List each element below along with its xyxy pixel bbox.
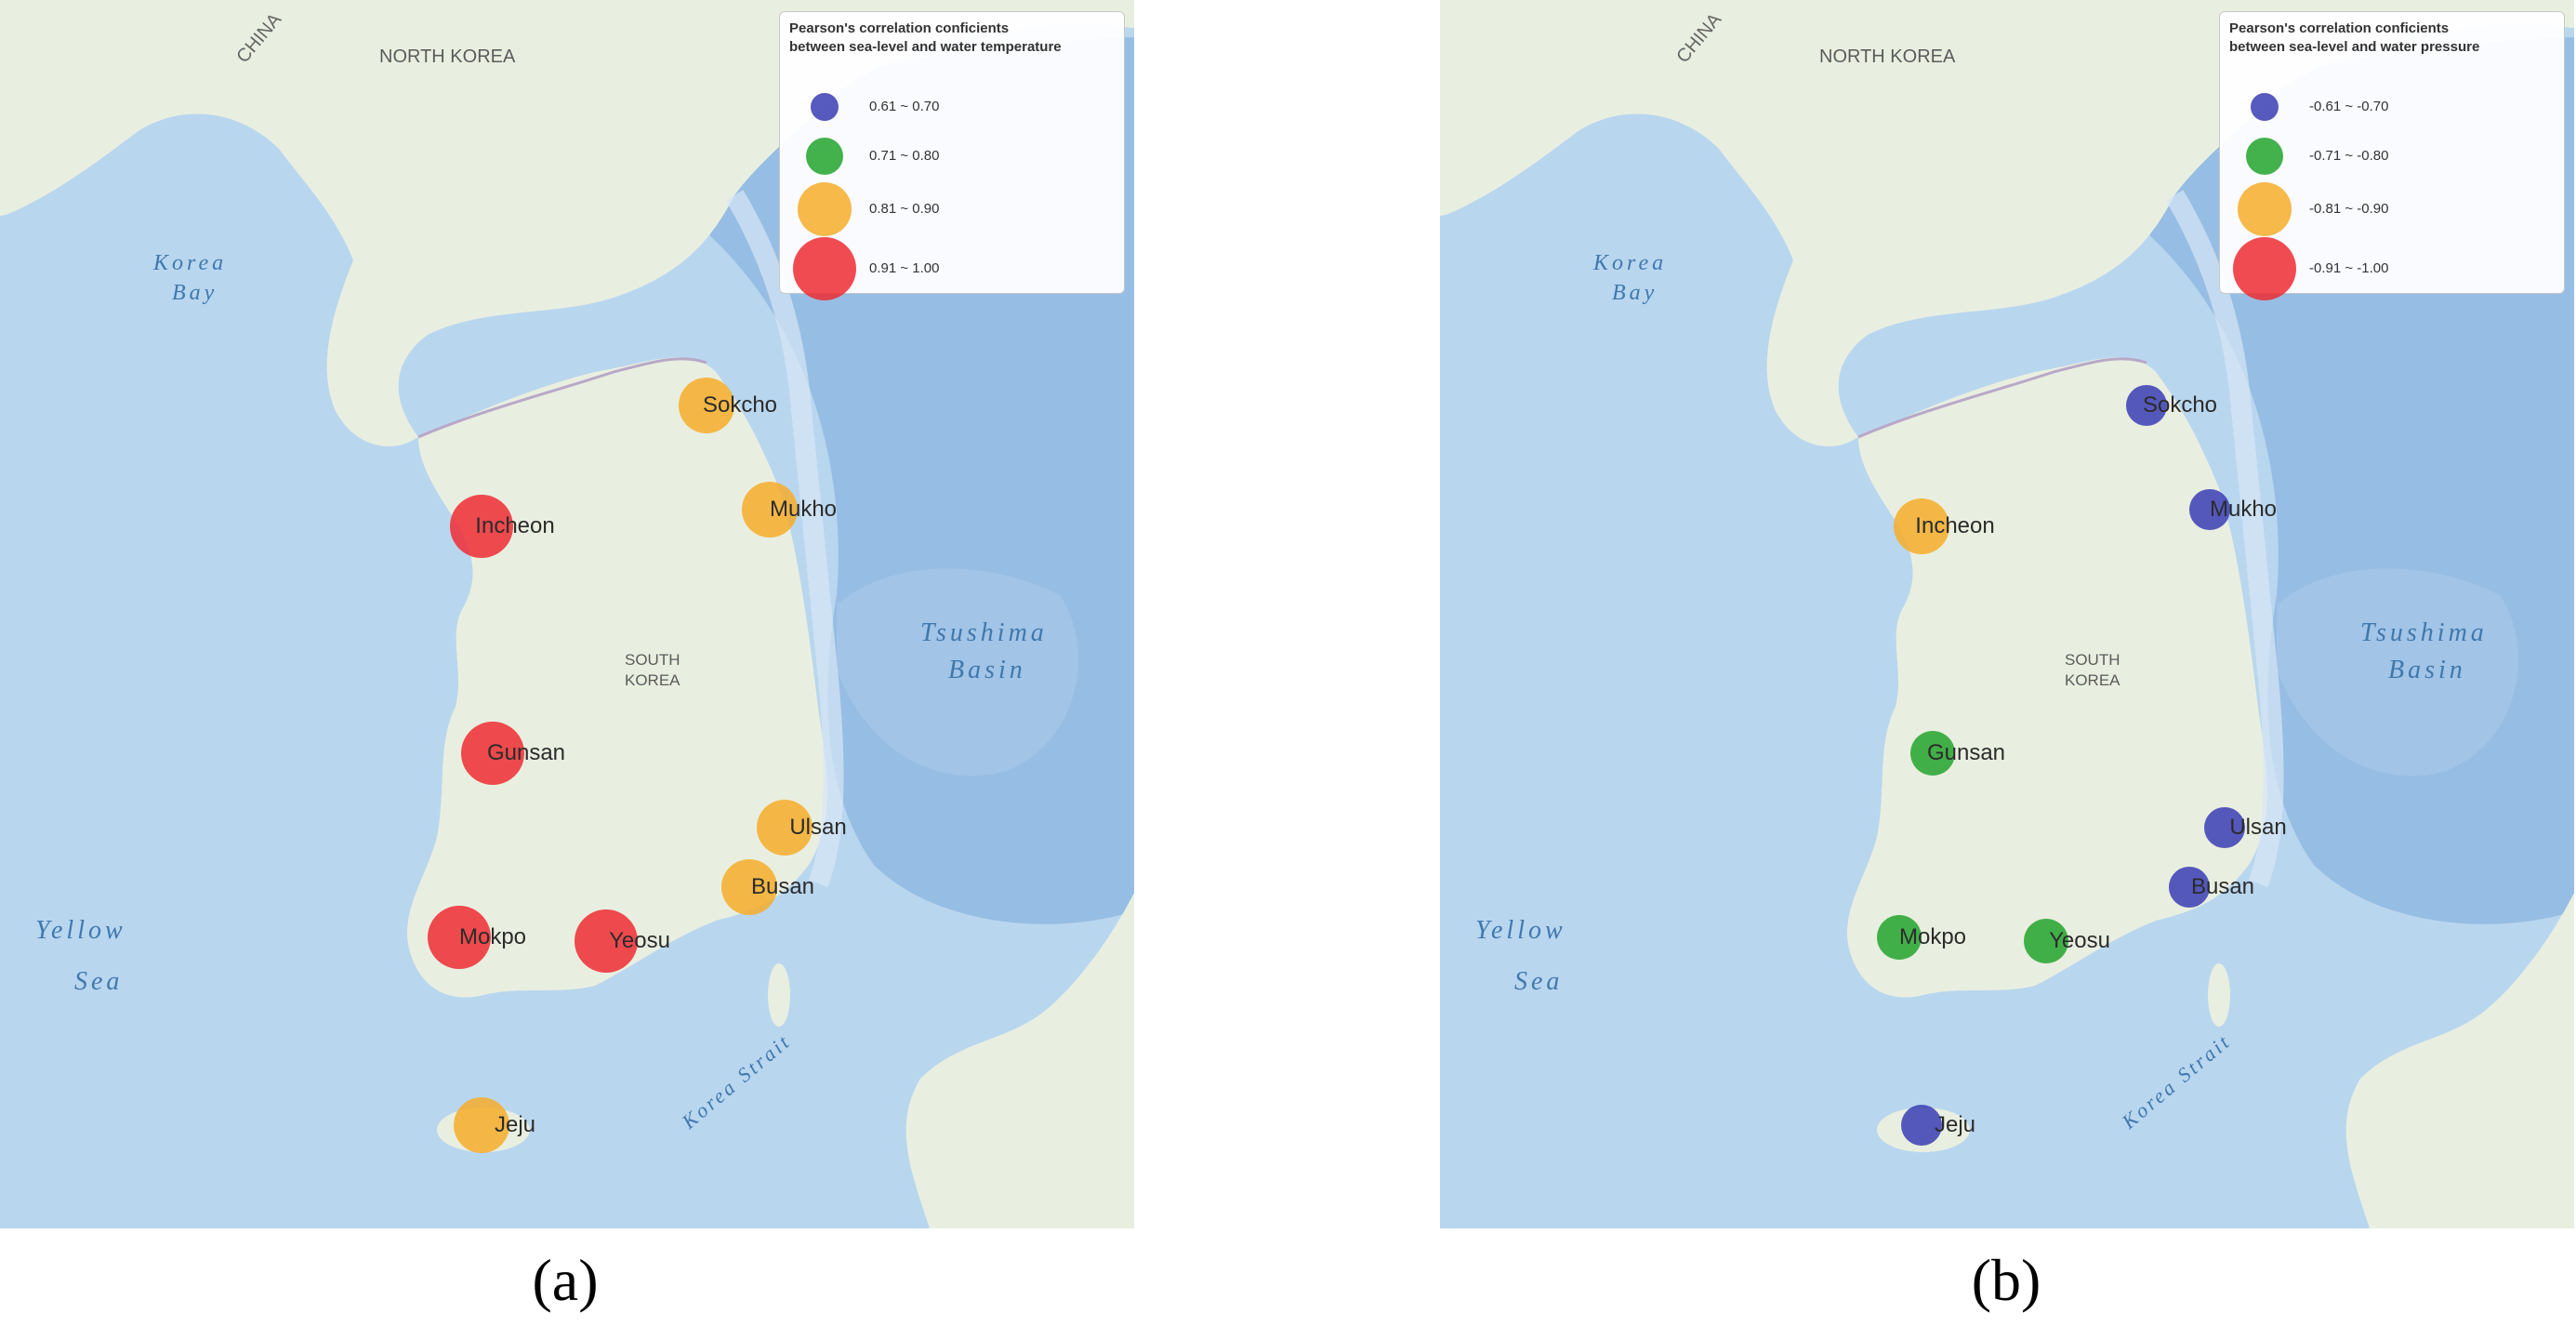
legend-swatch-orange [2238,182,2292,236]
map-label-yellow-sea-2: Sea [74,967,124,996]
map-label-tsushima-2: Basin [948,656,1026,684]
map-label-korea: KOREA [625,671,680,689]
legend-swatch-blue [811,93,839,121]
map-label-korea-bay-2: Bay [172,281,218,305]
station-label-incheon: Incheon [1915,513,1995,538]
map-panel-a: CHINA NORTH KOREA SOUTH KOREA Korea Bay Yellow… [0,0,1134,1228]
legend-label: 0.91 ~ 1.00 [869,260,940,276]
legend-box: Pearson's correlation conficients between… [779,11,1125,300]
station-label-ulsan: Ulsan [2229,815,2287,840]
legend-swatch-green [2246,138,2283,175]
map-label-north-korea: NORTH KOREA [1819,46,1956,67]
station-label-incheon: Incheon [475,513,555,538]
map-label-north-korea: NORTH KOREA [379,46,516,67]
legend-label: -0.91 ~ -1.00 [2309,260,2389,276]
legend-row: -0.61 ~ -0.70 [2220,79,2564,135]
legend-title-line1: Pearson's correlation conficients [2229,20,2450,36]
legend-row: -0.91 ~ -1.00 [2220,237,2564,300]
legend-title-line2: between sea-level and water temperature [789,39,1062,55]
station-label-mokpo: Mokpo [458,924,527,949]
station-label-sokcho: Sokcho [2142,392,2218,418]
map-label-korea-bay-2: Bay [1612,281,1658,305]
station-label-jeju: Jeju [1934,1112,1976,1137]
station-label-mokpo: Mokpo [1898,924,1967,949]
legend-label: -0.71 ~ -0.80 [2309,148,2389,164]
legend-label: 0.71 ~ 0.80 [869,148,940,164]
station-label-gunsan: Gunsan [486,740,566,765]
map-label-south: SOUTH [2065,651,2120,669]
map-label-korea-bay-1: Korea [1593,251,1668,275]
legend-swatch-orange [798,182,852,236]
legend-row: 0.81 ~ 0.90 [780,181,1124,237]
map-label-tsushima-1: Tsushima [920,618,1048,647]
map-label-tsushima-2: Basin [2388,656,2466,684]
legend-swatch-red [793,237,856,300]
station-label-yeosu: Yeosu [609,928,670,953]
legend-label: -0.81 ~ -0.90 [2309,201,2389,217]
map-label-yellow-sea-1: Yellow [1475,916,1566,945]
legend-swatch-blue [2251,93,2279,121]
legend-row: 0.61 ~ 0.70 [780,79,1124,135]
legend-title-line2: between sea-level and water pressure [2229,39,2480,55]
panel-caption-a: (a) [532,1247,599,1313]
legend-swatch-green [806,138,843,175]
legend-row: -0.71 ~ -0.80 [2220,128,2564,184]
legend-title-line1: Pearson's correlation conficients [789,20,1010,36]
legend-row: 0.91 ~ 1.00 [780,237,1124,300]
map-label-korea-bay-1: Korea [153,251,228,275]
legend-swatch-red [2233,237,2296,300]
station-label-sokcho: Sokcho [702,392,778,418]
station-label-jeju: Jeju [494,1112,536,1137]
station-label-ulsan: Ulsan [789,815,847,840]
map-label-yellow-sea-2: Sea [1514,967,1564,996]
map-label-south: SOUTH [625,651,680,669]
legend-label: 0.81 ~ 0.90 [869,201,940,217]
station-label-busan: Busan [750,874,815,899]
station-label-gunsan: Gunsan [1926,740,2006,765]
station-label-busan: Busan [2190,874,2255,899]
map-panel-b: CHINA NORTH KOREA SOUTH KOREA Korea Bay Yellow… [1440,0,2574,1228]
station-label-mukho: Mukho [2209,497,2278,522]
legend-row: 0.71 ~ 0.80 [780,128,1124,184]
map-label-yellow-sea-1: Yellow [35,916,126,945]
tsushima-island [2208,963,2230,1027]
map-label-tsushima-1: Tsushima [2360,618,2488,647]
legend-label: -0.61 ~ -0.70 [2309,99,2389,114]
legend-label: 0.61 ~ 0.70 [869,99,940,114]
legend-box: Pearson's correlation conficients between… [2219,11,2565,300]
legend-row: -0.81 ~ -0.90 [2220,181,2564,237]
station-label-yeosu: Yeosu [2049,928,2110,953]
station-label-mukho: Mukho [769,497,838,522]
map-label-korea: KOREA [2065,671,2120,689]
tsushima-island [768,963,790,1027]
panel-caption-b: (b) [1971,1247,2041,1313]
